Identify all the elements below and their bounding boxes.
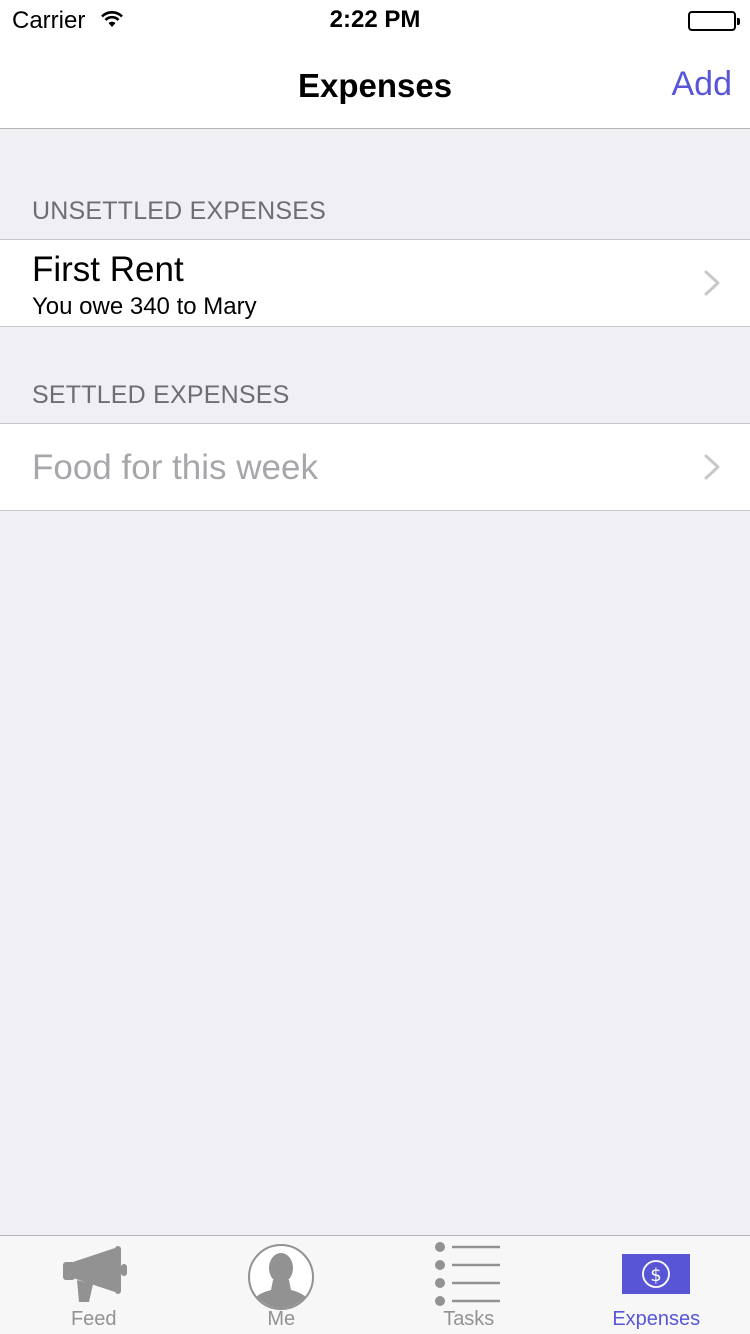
tab-tasks[interactable]: Tasks (375, 1236, 563, 1334)
expense-title: First Rent (32, 250, 184, 289)
tab-bar: Feed Me Tasks $ Expenses (0, 1235, 750, 1334)
list-icon (434, 1242, 504, 1311)
chevron-right-icon (704, 454, 720, 485)
expense-row-first-rent[interactable]: First Rent You owe 340 to Mary (0, 239, 750, 327)
section-header-settled: SETTLED EXPENSES (32, 381, 290, 409)
tab-expenses[interactable]: $ Expenses (563, 1236, 750, 1334)
person-icon (246, 1242, 316, 1317)
svg-text:$: $ (651, 1265, 662, 1286)
dollar-icon: $ (622, 1254, 691, 1299)
navigation-bar: Expenses Add (0, 40, 750, 129)
clock: 2:22 PM (329, 6, 421, 33)
add-button[interactable]: Add (672, 65, 733, 104)
tab-me[interactable]: Me (188, 1236, 376, 1334)
status-bar: Carrier 2:22 PM (0, 0, 750, 40)
expense-row-food[interactable]: Food for this week (0, 423, 750, 511)
tab-label: Expenses (612, 1308, 701, 1330)
tab-feed[interactable]: Feed (0, 1236, 188, 1334)
chevron-right-icon (704, 270, 720, 301)
tab-label: Feed (70, 1308, 117, 1330)
battery-icon (688, 11, 740, 31)
expense-subtitle: You owe 340 to Mary (32, 293, 257, 320)
page-title: Expenses (297, 67, 453, 104)
tab-label: Tasks (443, 1308, 495, 1330)
tab-label: Me (267, 1308, 296, 1330)
megaphone-icon (59, 1242, 129, 1309)
expenses-screen: Carrier 2:22 PM Expenses Add UNSETTLED E… (0, 0, 750, 1334)
section-header-unsettled: UNSETTLED EXPENSES (32, 197, 326, 225)
expense-title: Food for this week (32, 448, 318, 487)
